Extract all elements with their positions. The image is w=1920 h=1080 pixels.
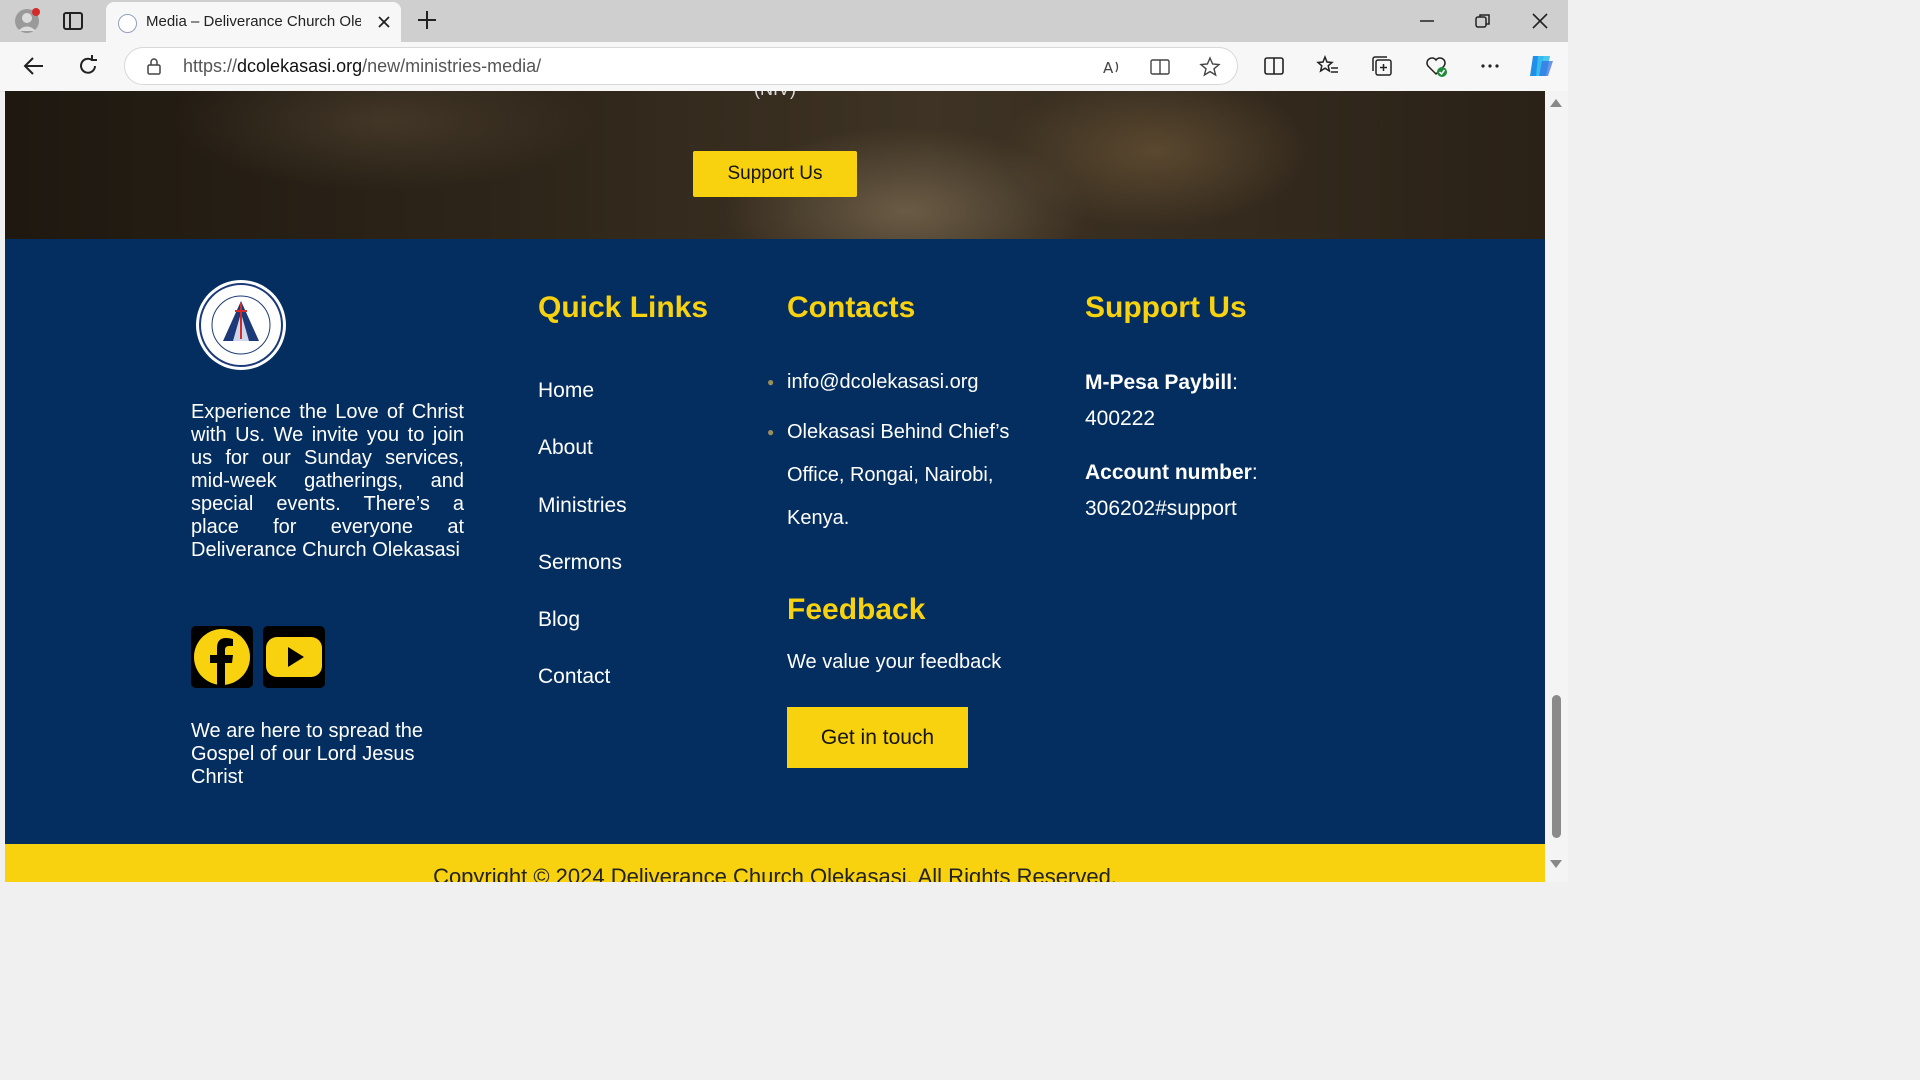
tab-actions-icon[interactable] [62,10,84,32]
tab-active[interactable]: Media – Deliverance Church Ole-I [106,2,401,42]
feedback-title: Feedback [787,593,926,626]
tab-title: Media – Deliverance Church Ole-I [146,13,361,30]
url-path: /new/ministries-media/ [362,56,542,76]
split-screen-icon[interactable] [1262,54,1286,78]
url-field[interactable]: https://dcolekasasi.org/new/ministries-m… [124,47,1238,85]
contact-address: Olekasasi Behind Chief’s Office, Rongai,… [787,421,1010,529]
contact-list: ● info@dcolekasasi.org ● Olekasasi Behin… [767,369,1047,540]
footer-link-blog[interactable]: Blog [538,608,580,632]
get-in-touch-button[interactable]: Get in touch [787,707,968,768]
site-footer: Experience the Love of Christ with Us. W… [5,239,1545,844]
refresh-icon[interactable] [76,54,100,78]
quick-links-title: Quick Links [538,291,709,324]
address-bar: https://dcolekasasi.org/new/ministries-m… [0,42,1568,92]
tab-bar: Media – Deliverance Church Ole-I [0,0,1568,42]
paybill-value: 400222 [1085,407,1156,430]
favorite-star-icon[interactable] [1199,56,1221,78]
copyright-text: Copyright © 2024 Deliverance Church Olek… [433,864,1117,882]
site-favicon [118,14,137,33]
contact-email[interactable]: info@dcolekasasi.org [787,371,979,393]
feedback-text: We value your feedback [787,651,1002,673]
church-logo[interactable] [195,279,287,371]
close-icon[interactable] [374,12,394,32]
immersive-reader-icon[interactable] [1149,56,1171,78]
support-title: Support Us [1085,291,1247,324]
paybill-label: M-Pesa Paybill [1085,371,1233,394]
account-label: Account number [1085,461,1252,484]
support-us-button[interactable]: Support Us [693,151,857,197]
window-close-icon[interactable] [1529,10,1551,32]
svg-text:A: A [1103,59,1114,77]
minimize-icon[interactable] [1416,10,1438,32]
verse-reference: (NIV) [5,91,1545,100]
paybill-block: M-Pesa Paybill: 400222 [1085,365,1345,437]
facebook-link[interactable] [191,626,253,688]
youtube-icon [266,637,322,677]
contacts-title: Contacts [787,291,916,324]
support-info: M-Pesa Paybill: 400222 Account number: 3… [1085,365,1345,545]
favorites-icon[interactable] [1316,54,1340,78]
footer-link-sermons[interactable]: Sermons [538,551,622,575]
bullet-icon: ● [767,375,775,389]
read-aloud-icon[interactable]: A [1101,56,1123,78]
bullet-icon: ● [767,425,775,439]
url-prefix: https:// [183,56,238,76]
lock-icon[interactable] [145,57,163,75]
page-viewport: (NIV) Support Us Experience the Love of … [5,91,1545,882]
facebook-icon [194,629,250,685]
copilot-icon[interactable] [1526,51,1556,81]
profile-icon[interactable] [14,7,42,35]
collections-icon[interactable] [1370,54,1394,78]
copyright-bar: Copyright © 2024 Deliverance Church Olek… [5,844,1545,882]
footer-link-ministries[interactable]: Ministries [538,494,627,518]
youtube-link[interactable] [263,626,325,688]
footer-link-contact[interactable]: Contact [538,665,610,689]
contact-email-item: ● info@dcolekasasi.org [767,369,1047,395]
scroll-up-icon[interactable] [1550,99,1562,107]
page-scrollbar[interactable] [1545,91,1568,882]
about-text: Experience the Love of Christ with Us. W… [191,401,464,561]
scrollbar-thumb[interactable] [1552,695,1561,838]
url-text: https://dcolekasasi.org/new/ministries-m… [183,56,541,77]
colon-separator: : [1232,371,1238,394]
url-domain: dcolekasasi.org [237,56,363,76]
account-value: 306202#support [1085,497,1237,520]
browser-essentials-icon[interactable] [1424,54,1448,78]
scroll-down-icon[interactable] [1550,860,1562,868]
footer-tagline: We are here to spread the Gospel of our … [191,720,423,788]
footer-link-about[interactable]: About [538,436,593,460]
footer-link-home[interactable]: Home [538,379,594,403]
more-icon[interactable] [1478,54,1502,78]
account-block: Account number: 306202#support [1085,455,1345,527]
colon-separator: : [1251,461,1258,484]
contact-address-item: ● Olekasasi Behind Chief’s Office, Ronga… [767,411,1047,540]
new-tab-icon[interactable] [416,9,438,31]
back-icon[interactable] [22,54,46,78]
hero-banner: (NIV) Support Us [5,91,1545,239]
restore-icon[interactable] [1472,10,1494,32]
